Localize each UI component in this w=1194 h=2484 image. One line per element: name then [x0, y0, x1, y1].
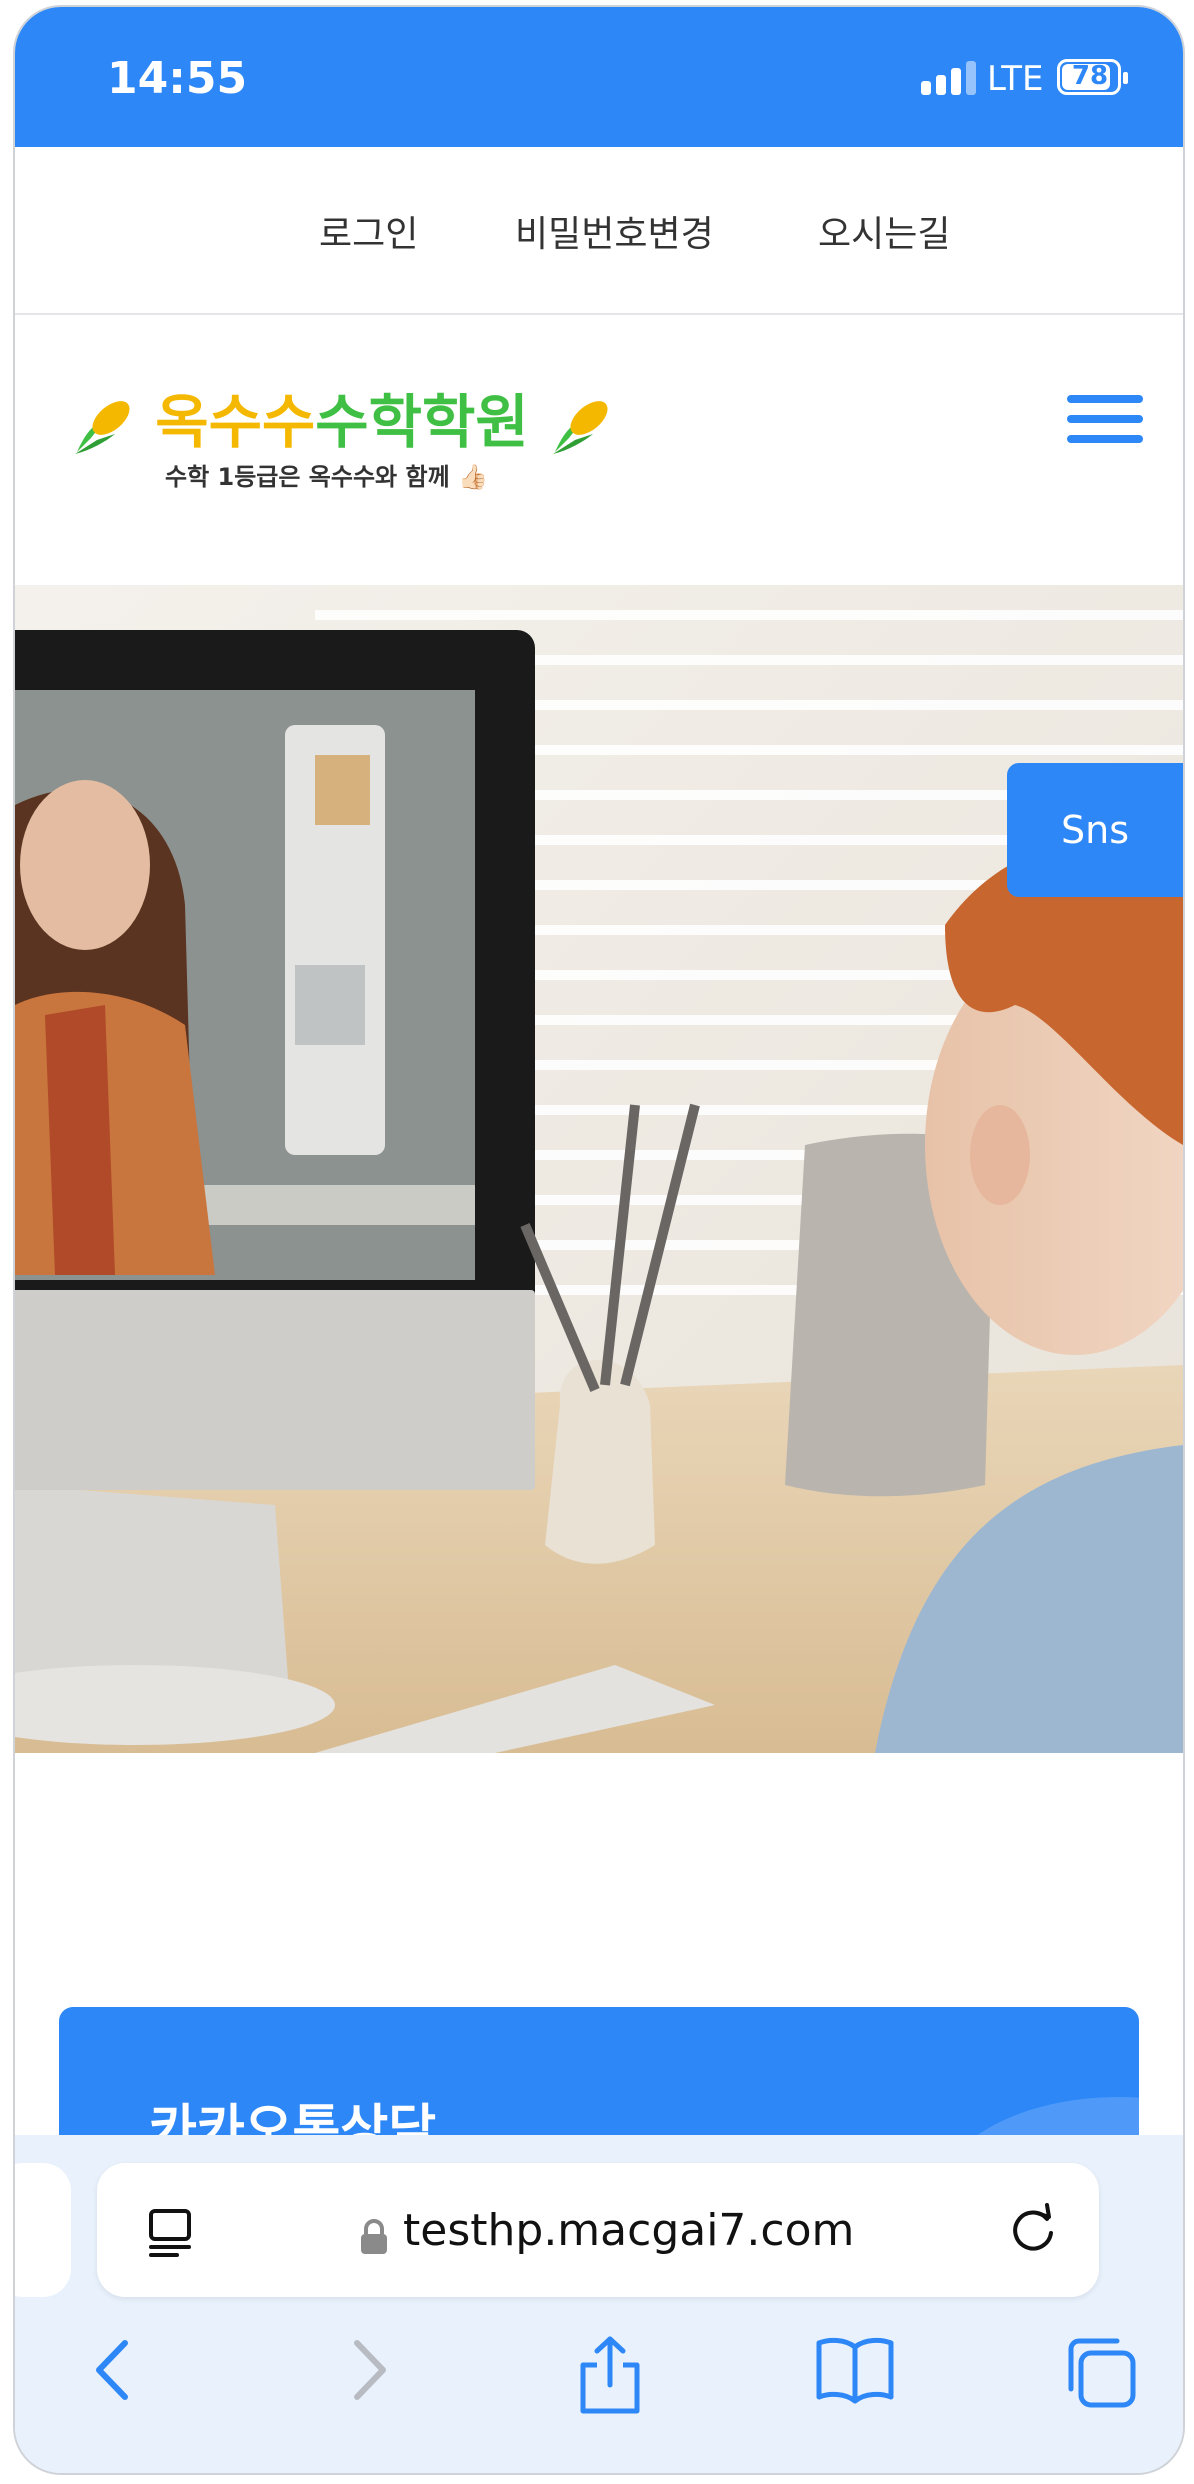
- previous-tab-edge[interactable]: [15, 2163, 71, 2297]
- logo-subtitle: 수학 1등급은 옥수수와 함께 👍🏻: [165, 463, 488, 491]
- sns-button[interactable]: Sns: [1007, 763, 1183, 897]
- corn-icon: [552, 401, 608, 454]
- logo-title-part2: 수학학원: [315, 388, 529, 456]
- url-text: testhp.macgai7.com: [403, 2205, 855, 2256]
- reload-icon[interactable]: [1003, 2199, 1063, 2259]
- url-bar[interactable]: testhp.macgai7.com: [97, 2163, 1099, 2297]
- tabs-icon[interactable]: [1063, 2335, 1139, 2411]
- corn-icon: [75, 401, 130, 454]
- phone-frame: 14:55 LTE 78 로그인 비밀번호변경 오시는길 옥수수수학학원 수학 …: [13, 5, 1185, 2475]
- hamburger-menu-icon[interactable]: [1067, 395, 1143, 445]
- battery-level: 78: [1071, 61, 1109, 91]
- signal-icon: [921, 61, 977, 95]
- battery-icon: 78: [1057, 59, 1128, 95]
- nav-directions[interactable]: 오시는길: [818, 205, 950, 257]
- status-bar: 14:55 LTE 78: [15, 7, 1183, 147]
- logo[interactable]: 옥수수수학학원: [71, 375, 613, 459]
- nav-login[interactable]: 로그인: [319, 205, 418, 257]
- bookmarks-icon[interactable]: [815, 2335, 895, 2405]
- hero-image: [15, 585, 1183, 1753]
- reader-icon[interactable]: [147, 2207, 197, 2257]
- share-icon[interactable]: [575, 2335, 645, 2415]
- back-icon[interactable]: [85, 2335, 145, 2405]
- site-header: 옥수수수학학원 수학 1등급은 옥수수와 함께 👍🏻: [15, 315, 1183, 585]
- status-time: 14:55: [107, 53, 248, 104]
- logo-title-part1: 옥수수: [155, 388, 316, 456]
- nav-change-password[interactable]: 비밀번호변경: [515, 205, 714, 257]
- forward-icon[interactable]: [337, 2335, 397, 2405]
- network-label: LTE: [987, 59, 1044, 99]
- browser-bar: testhp.macgai7.com: [15, 2135, 1183, 2473]
- top-nav: 로그인 비밀번호변경 오시는길: [15, 147, 1183, 315]
- lock-icon: [361, 2219, 387, 2254]
